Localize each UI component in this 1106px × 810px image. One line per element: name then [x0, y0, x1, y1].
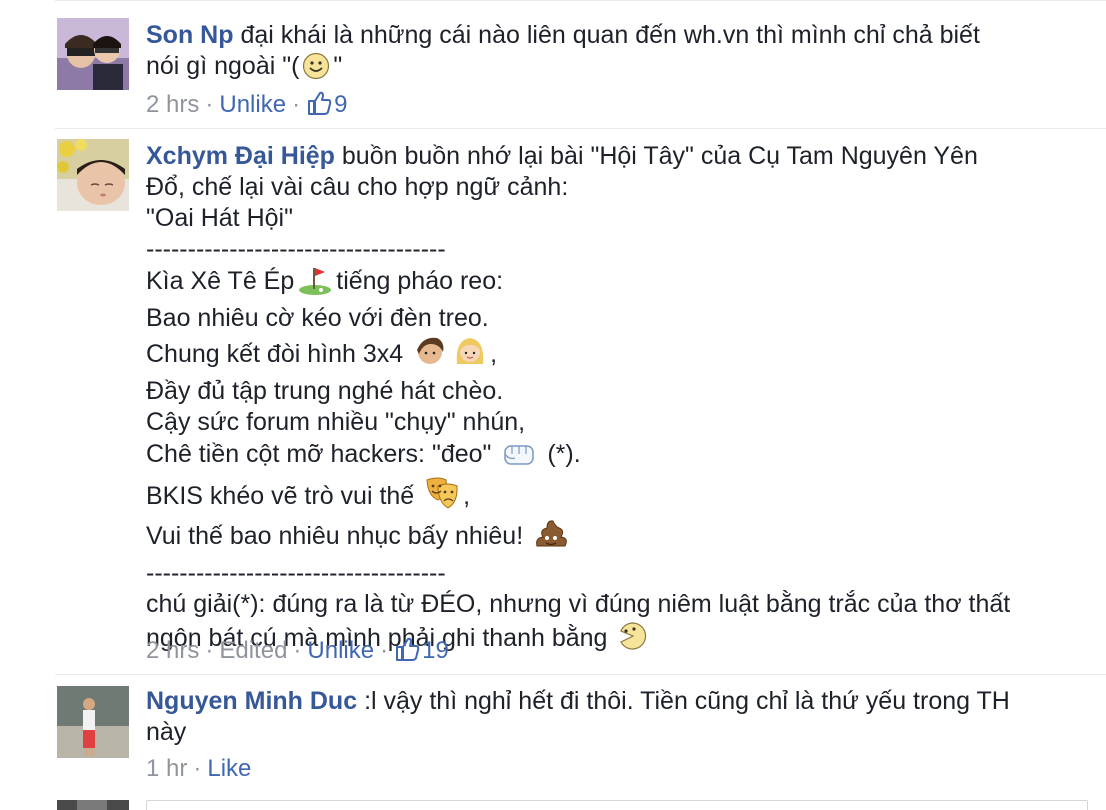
- comment-text: (*).: [547, 440, 581, 468]
- avatar-nguyen-minh-duc[interactable]: [57, 686, 129, 758]
- comment-divider: [55, 0, 1106, 1]
- comment-feed: Son Np đại khái là những cái nào liên qu…: [0, 0, 1106, 810]
- author-name[interactable]: Xchym Đại Hiệp: [146, 142, 335, 170]
- comment-text: Cậy sức forum nhiều "chụy" nhún,: [146, 408, 526, 436]
- unlike-link[interactable]: Unlike: [219, 91, 286, 118]
- author-name[interactable]: Son Np: [146, 21, 234, 49]
- comment-text: Bao nhiêu cờ kéo với đèn treo.: [146, 304, 489, 332]
- comment-text: này: [146, 718, 187, 746]
- comment-text: ,: [490, 340, 498, 368]
- fist-emoji-icon: [501, 438, 537, 476]
- comment-text: nói gì ngoài "(: [146, 52, 300, 80]
- comment-text: Đầy đủ tập trung nghé hát chèo.: [146, 377, 504, 405]
- comment-text: buồn buồn nhớ lại bài "Hội Tây" của Cụ T…: [341, 142, 978, 170]
- comment-text: chú giải(*): đúng ra là từ ĐÉO, nhưng vì…: [146, 590, 1011, 618]
- thumbs-up-icon[interactable]: [306, 90, 332, 124]
- comment-text: "Oai Hát Hội": [146, 204, 293, 232]
- comment-body-3: Nguyen Minh Duc :l vậy thì nghỉ hết đi t…: [146, 686, 1076, 748]
- comment-text: Kìa Xê Tê Ép: [146, 267, 295, 295]
- separator: ·: [205, 637, 214, 664]
- girl-emoji-icon: [453, 334, 487, 376]
- comment-body-2: Xchym Đại Hiệp buồn buồn nhớ lại bài "Hộ…: [146, 141, 1076, 660]
- comment-text: Chung kết đòi hình 3x4: [146, 340, 404, 368]
- comment-text: BKIS khéo vẽ trò vui thế: [146, 482, 415, 510]
- pacman-emoji-icon: [617, 620, 649, 660]
- comment-text: tiếng pháo reo:: [336, 267, 504, 295]
- avatar-son-np[interactable]: [57, 18, 129, 90]
- comment-text: ,: [463, 482, 471, 510]
- comment-text: Vui thế bao nhiêu nhục bấy nhiêu!: [146, 522, 524, 550]
- edited-label[interactable]: Edited: [219, 637, 287, 664]
- timestamp[interactable]: 2 hrs: [146, 91, 199, 118]
- comment-meta-3: 1 hr · Like: [146, 754, 251, 784]
- timestamp[interactable]: 1 hr: [146, 755, 187, 782]
- separator: ·: [293, 637, 302, 664]
- separator: ·: [205, 91, 214, 118]
- like-count[interactable]: 19: [422, 637, 449, 664]
- timestamp[interactable]: 2 hrs: [146, 637, 199, 664]
- comment-meta-1: 2 hrs · Unlike · 9: [146, 90, 347, 124]
- comment-divider: [55, 128, 1106, 129]
- author-name[interactable]: Nguyen Minh Duc: [146, 687, 357, 715]
- smile-emoji-icon: [302, 52, 330, 88]
- boy-emoji-icon: [413, 334, 447, 376]
- comment-divider: [55, 674, 1106, 675]
- separator: ·: [292, 91, 301, 118]
- golf-flag-emoji-icon: [297, 265, 333, 303]
- comment-text: ------------------------------------: [146, 235, 446, 263]
- comment-body-1: Son Np đại khái là những cái nào liên qu…: [146, 20, 1076, 88]
- comment-text: đại khái là những cái nào liên quan đến …: [240, 21, 980, 49]
- comment-text-tail: ": [333, 52, 343, 80]
- separator: ·: [193, 755, 202, 782]
- poop-emoji-icon: [533, 518, 569, 558]
- avatar-xchym-dai-hiep[interactable]: [57, 139, 129, 211]
- comment-text: Chê tiền cột mỡ hackers: "đeo": [146, 440, 492, 468]
- like-count[interactable]: 9: [334, 91, 347, 118]
- comment-meta-2: 2 hrs · Edited · Unlike · 19: [146, 636, 449, 670]
- like-link[interactable]: Like: [207, 755, 251, 782]
- theater-masks-emoji-icon: [424, 476, 460, 518]
- thumbs-up-icon[interactable]: [394, 636, 420, 670]
- comment-text: ------------------------------------: [146, 559, 446, 587]
- reply-avatar: [57, 800, 129, 810]
- separator: ·: [380, 637, 389, 664]
- unlike-link[interactable]: Unlike: [307, 637, 374, 664]
- comment-text: Đổ, chế lại vài câu cho hợp ngữ cảnh:: [146, 173, 569, 201]
- comment-text: :l vậy thì nghỉ hết đi thôi. Tiền cũng c…: [364, 687, 1010, 715]
- reply-input[interactable]: [146, 800, 1088, 810]
